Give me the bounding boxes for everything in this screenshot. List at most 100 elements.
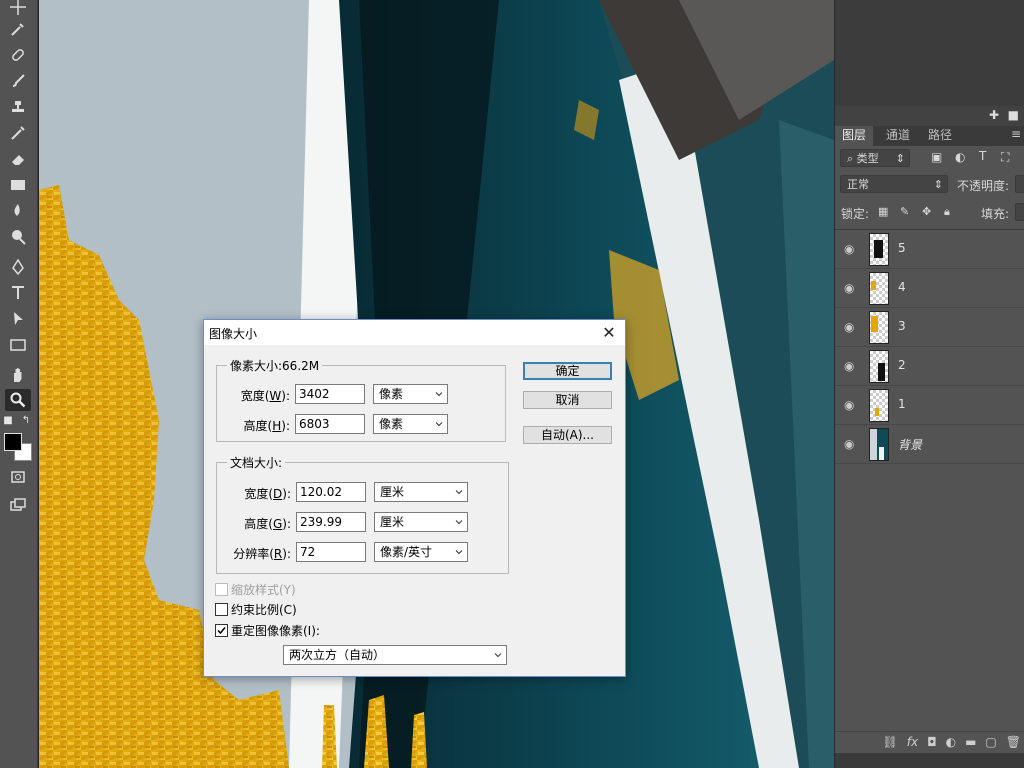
constrain-proportions-checkbox[interactable]: 约束比例(C) (215, 601, 297, 618)
image-size-dialog: 图像大小 ✕ 像素大小:66.2M 宽度(W): 3402 像素 高度(H): … (203, 319, 626, 677)
link-icon[interactable]: ⛓︎ (883, 735, 898, 749)
folder-icon[interactable]: ▬ (965, 735, 976, 749)
panel-menu-icon[interactable]: ≡ (1011, 127, 1021, 141)
quick-mask-icon[interactable] (5, 466, 31, 488)
close-icon[interactable]: ✕ (601, 323, 617, 342)
scale-styles-label: 缩放样式(Y) (231, 583, 296, 597)
filter-adjust-icon[interactable]: ◐ (955, 150, 965, 164)
screen-mode-icon[interactable] (5, 494, 31, 516)
chevron-updown-icon: ⇕ (933, 178, 943, 191)
fill-field[interactable] (1015, 203, 1024, 221)
layer-row[interactable]: ◉ 2 (835, 347, 1024, 386)
adjustment-icon[interactable]: ◐ (946, 735, 956, 749)
layer-row[interactable]: ◉ 1 (835, 386, 1024, 425)
visibility-eye-icon[interactable]: ◉ (844, 359, 858, 373)
lock-image-icon[interactable]: ✎ (900, 205, 909, 218)
document-size-legend: 文档大小: (230, 456, 283, 470)
auto-button[interactable]: 自动(A)... (523, 426, 612, 444)
doc-width-unit-select[interactable]: 厘米 (374, 482, 468, 502)
blur-icon[interactable] (5, 200, 31, 222)
fx-icon[interactable]: fx (907, 735, 918, 749)
healing-brush-icon[interactable] (5, 44, 31, 66)
new-layer-icon[interactable]: ▢ (985, 735, 996, 749)
type-icon[interactable] (5, 282, 31, 304)
resolution-input[interactable]: 72 (296, 542, 366, 562)
tab-paths[interactable]: 路径 (921, 126, 959, 146)
eraser-icon[interactable] (5, 148, 31, 170)
chevron-down-icon (455, 550, 463, 555)
filter-shape-icon[interactable]: ⛶ (1001, 150, 1009, 165)
filter-pixel-icon[interactable]: ▣ (931, 150, 942, 164)
panel-footer (835, 753, 1024, 768)
gradient-icon[interactable] (5, 174, 31, 196)
resolution-unit-select[interactable]: 像素/英寸 (374, 542, 468, 562)
checkbox-box (215, 624, 228, 637)
layer-row[interactable]: ◉ 5 (835, 230, 1024, 269)
layer-thumbnail (869, 389, 889, 422)
history-brush-icon[interactable] (5, 122, 31, 144)
doc-height-unit-select[interactable]: 厘米 (374, 512, 468, 532)
resample-method-select[interactable]: 两次立方（自动） (283, 645, 507, 665)
lock-all-icon[interactable]: 🔒︎ (944, 205, 950, 219)
pixel-width-unit-select[interactable]: 像素 (373, 384, 448, 404)
visibility-eye-icon[interactable]: ◉ (844, 281, 858, 295)
scale-styles-checkbox[interactable]: 缩放样式(Y) (215, 581, 296, 598)
move-icon[interactable] (5, 0, 31, 18)
chevron-down-icon (435, 392, 443, 397)
filter-kind-select[interactable]: ⌕ 类型 ⇕ (840, 149, 910, 167)
visibility-eye-icon[interactable]: ◉ (844, 320, 858, 334)
hand-icon[interactable] (5, 364, 31, 386)
clone-stamp-icon[interactable] (5, 96, 31, 118)
tab-channels[interactable]: 通道 (879, 126, 917, 146)
layers-bottom-bar: ⛓︎ fx ◘ ◐ ▬ ▢ 🗑︎ (835, 731, 1024, 754)
layer-row[interactable]: ◉ 4 (835, 269, 1024, 308)
swap-colors-icon[interactable]: ↰ (20, 414, 32, 426)
visibility-eye-icon[interactable]: ◉ (844, 437, 858, 451)
filter-type-icon[interactable]: T (979, 149, 986, 163)
eyedropper-icon[interactable] (5, 18, 31, 40)
trash-icon[interactable]: 🗑︎ (1006, 735, 1021, 749)
3d-icon[interactable]: ✚ (989, 108, 999, 122)
cancel-button[interactable]: 取消 (523, 391, 612, 409)
layer-row[interactable]: ◉ 3 (835, 308, 1024, 347)
dialog-titlebar[interactable]: 图像大小 ✕ (204, 320, 625, 345)
dodge-icon[interactable] (5, 226, 31, 248)
layer-name: 1 (898, 397, 906, 411)
tools-panel: ■ ↰ (0, 0, 38, 768)
layer-name: 4 (898, 280, 906, 294)
tab-layers[interactable]: 图层 (835, 126, 874, 146)
visibility-eye-icon[interactable]: ◉ (844, 398, 858, 412)
rectangle-icon[interactable] (5, 334, 31, 356)
checkbox-box (215, 583, 228, 596)
ok-button[interactable]: 确定 (523, 362, 612, 380)
mask-icon[interactable]: ◘ (927, 735, 937, 749)
doc-height-label: 高度(G): (244, 517, 291, 531)
layer-row[interactable]: ◉ 背景 (835, 425, 1024, 464)
pixel-width-input[interactable]: 3402 (295, 384, 365, 404)
pixel-height-unit-select[interactable]: 像素 (373, 414, 448, 434)
resample-checkbox[interactable]: 重定图像像素(I): (215, 622, 320, 639)
layers-panel: ✚ ■ 图层 通道 路径 ≡ ⌕ 类型 ⇕ ▣ ◐ T ⛶ 正常 ⇕ 不透明度:… (834, 0, 1024, 768)
visibility-eye-icon[interactable]: ◉ (844, 242, 858, 256)
lock-transparent-icon[interactable]: ▦ (878, 205, 888, 218)
layer-name: 5 (898, 241, 906, 255)
pixel-width-label: 宽度(W): (240, 389, 290, 403)
pen-icon[interactable] (5, 256, 31, 278)
foreground-color-swatch[interactable] (4, 433, 22, 451)
layer-thumbnail (869, 272, 889, 305)
opacity-field[interactable] (1015, 175, 1024, 193)
doc-width-input[interactable]: 120.02 (296, 482, 366, 502)
blend-mode-select[interactable]: 正常 ⇕ (840, 175, 948, 193)
zoom-icon[interactable] (5, 389, 31, 411)
path-selection-icon[interactable] (5, 308, 31, 330)
doc-width-label: 宽度(D): (244, 487, 291, 501)
default-colors-icon[interactable]: ■ (2, 414, 14, 426)
pixel-height-label: 高度(H): (243, 419, 290, 433)
doc-height-input[interactable]: 239.99 (296, 512, 366, 532)
chevron-updown-icon: ⇕ (895, 152, 905, 165)
brush-icon[interactable] (5, 70, 31, 92)
chevron-down-icon (435, 422, 443, 427)
lock-position-icon[interactable]: ✥ (922, 205, 931, 218)
pixel-height-input[interactable]: 6803 (295, 414, 365, 434)
camera-icon[interactable]: ■ (1008, 108, 1019, 122)
